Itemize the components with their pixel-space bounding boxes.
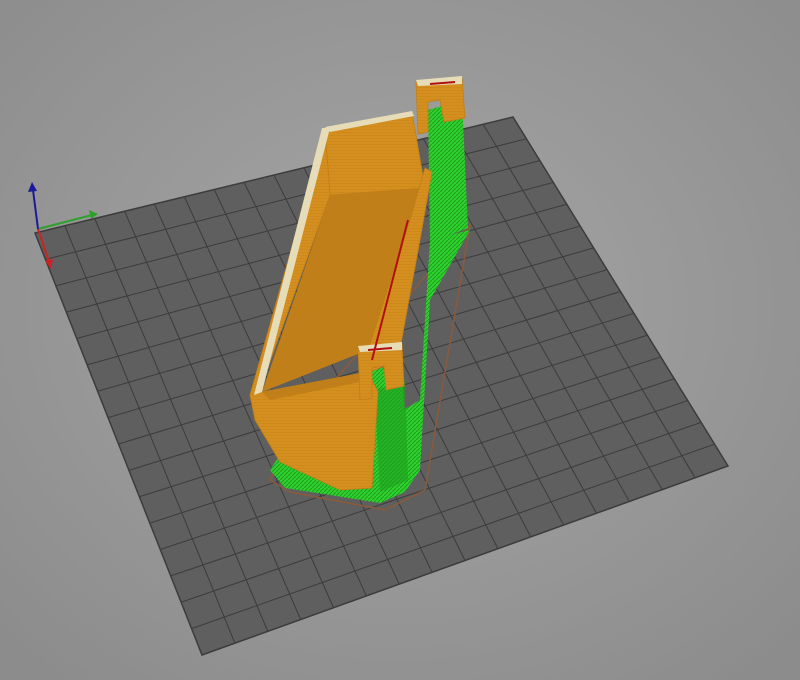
scene-canvas[interactable]	[0, 0, 800, 680]
support-shadow	[375, 380, 408, 492]
3d-viewport[interactable]	[0, 0, 800, 680]
